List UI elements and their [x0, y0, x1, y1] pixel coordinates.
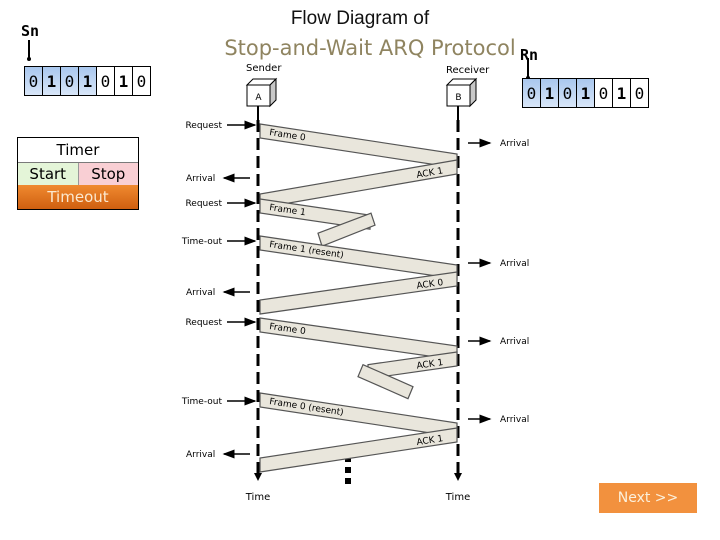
- packet-bar: ACK 1: [259, 159, 458, 209]
- receiver-event-label: Arrival: [500, 415, 529, 425]
- sender-node-name: A: [255, 93, 262, 103]
- receiver-time-arrow-icon: [454, 473, 462, 481]
- packet-bar: Frame 0 (resent): [259, 392, 458, 438]
- packet-bar: Frame 0: [259, 317, 458, 361]
- sender-node-icon: A: [245, 77, 278, 108]
- sender-event-label: Arrival: [186, 288, 215, 298]
- sender-event-label: Request: [185, 121, 222, 131]
- lost-packet: ACK 1: [357, 351, 458, 400]
- receiver-event-label: Arrival: [500, 259, 529, 269]
- receiver-event-label: Arrival: [500, 337, 529, 347]
- packet-bar: Frame 0: [259, 123, 458, 169]
- sender-event-label: Request: [185, 318, 222, 328]
- sender-event-label: Time-out: [181, 237, 223, 247]
- receiver-node-icon: B: [445, 77, 478, 108]
- flow-diagram: A B Time Time Frame 0ACK 1Frame 1Frame 1…: [181, 77, 529, 503]
- packet-bar: ACK 0: [259, 271, 458, 315]
- packet-bar: Frame 1 (resent): [259, 235, 458, 280]
- receiver-time-label: Time: [445, 492, 470, 503]
- sender-time-label: Time: [245, 492, 270, 503]
- next-button[interactable]: Next >>: [599, 483, 697, 513]
- receiver-event-label: Arrival: [500, 139, 529, 149]
- sender-event-label: Arrival: [186, 174, 215, 184]
- continuation-dots-icon: [345, 456, 351, 484]
- packet-bar: ACK 1: [259, 427, 458, 473]
- sender-event-label: Arrival: [186, 450, 215, 460]
- sender-time-arrow-icon: [254, 473, 262, 481]
- sender-event-label: Time-out: [181, 397, 223, 407]
- receiver-node-name: B: [455, 93, 461, 103]
- sender-event-label: Request: [185, 199, 222, 209]
